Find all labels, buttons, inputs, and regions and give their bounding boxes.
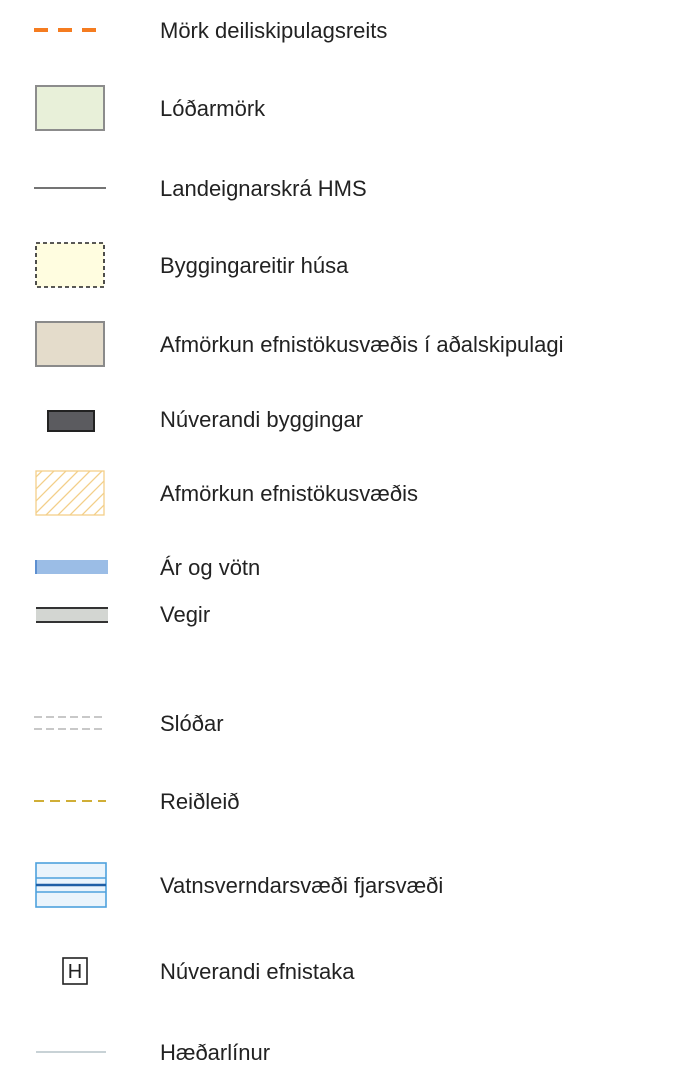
legend-row-extraction-area: Afmörkun efnistökusvæðis	[0, 463, 684, 523]
dark-building-icon	[30, 389, 110, 449]
dashed-double-line-icon	[30, 693, 110, 753]
legend-row-existing-buildings: Núverandi byggingar	[0, 389, 684, 449]
boxed-h-letter: H	[68, 961, 82, 983]
legend-row-trails: Slóðar	[0, 693, 684, 753]
legend-label: Afmörkun efnistökusvæðis	[160, 481, 418, 506]
road-band-icon	[30, 584, 110, 644]
beige-box-icon	[30, 314, 110, 374]
dashed-yellow-box-icon	[30, 235, 110, 295]
thin-black-line-icon	[30, 158, 110, 218]
legend-row-existing-extraction: H Núverandi efnistaka	[0, 941, 684, 1001]
legend-row-plan-boundary: Mörk deiliskipulagsreits	[0, 0, 684, 60]
legend-label: Vegir	[160, 602, 211, 627]
map-legend: Mörk deiliskipulagsreits Lóðarmörk Lande…	[0, 0, 684, 1077]
legend-label: Afmörkun efnistökusvæðis í aðalskipulagi	[160, 332, 564, 357]
legend-label: Ár og vötn	[160, 555, 261, 580]
hatched-box-icon	[30, 463, 110, 523]
blue-striped-box-icon	[30, 855, 110, 915]
legend-label: Núverandi efnistaka	[160, 959, 355, 984]
legend-row-extraction-main-plan: Afmörkun efnistökusvæðis í aðalskipulagi	[0, 314, 684, 374]
legend-label: Byggingareitir húsa	[160, 253, 349, 278]
thin-grey-line-icon	[30, 1022, 110, 1082]
legend-row-riding-route: Reiðleið	[0, 771, 684, 831]
legend-label: Reiðleið	[160, 789, 240, 814]
orange-dashed-line-icon	[30, 0, 110, 60]
legend-row-contours: Hæðarlínur	[0, 1022, 684, 1082]
legend-label: Mörk deiliskipulagsreits	[160, 18, 388, 43]
legend-row-building-areas: Byggingareitir húsa	[0, 235, 684, 295]
legend-row-land-registry: Landeignarskrá HMS	[0, 158, 684, 218]
legend-label: Landeignarskrá HMS	[160, 176, 367, 201]
legend-row-water-protection: Vatnsverndarsvæði fjarsvæði	[0, 855, 684, 915]
ochre-dashed-line-icon	[30, 771, 110, 831]
legend-row-lot-boundary: Lóðarmörk	[0, 78, 684, 138]
legend-label: Lóðarmörk	[160, 96, 266, 121]
legend-row-roads: Vegir	[0, 584, 684, 644]
legend-label: Vatnsverndarsvæði fjarsvæði	[160, 873, 444, 898]
green-box-icon	[30, 78, 110, 138]
legend-label: Núverandi byggingar	[160, 407, 364, 432]
legend-label: Hæðarlínur	[160, 1040, 271, 1065]
legend-label: Slóðar	[160, 711, 224, 736]
boxed-h-icon: H	[30, 941, 110, 1001]
